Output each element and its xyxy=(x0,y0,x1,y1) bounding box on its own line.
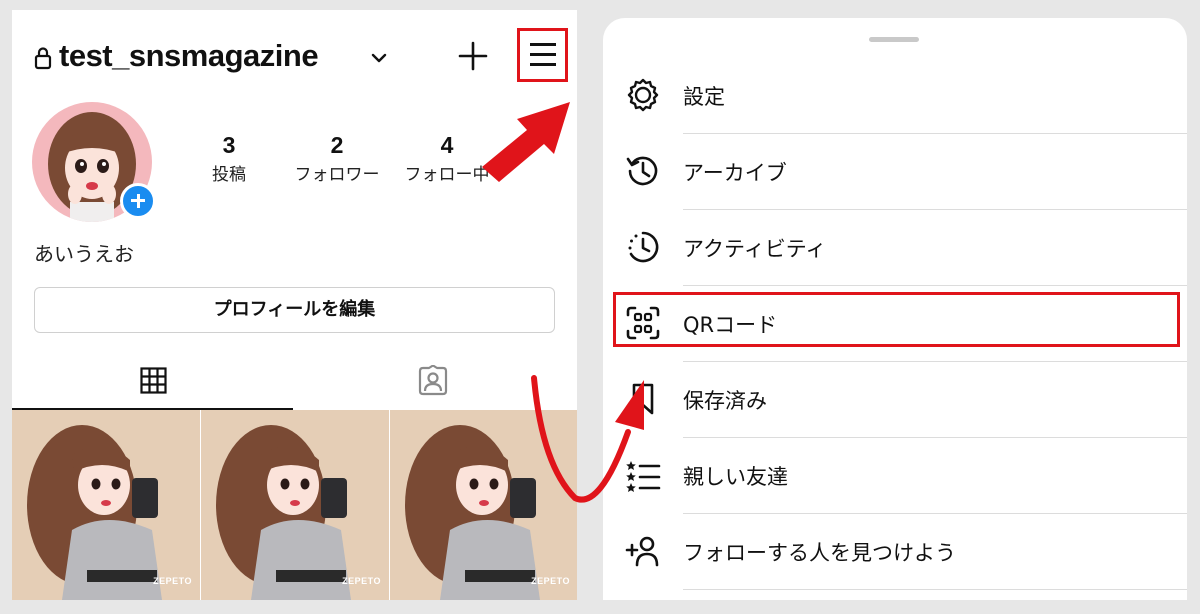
chevron-down-icon[interactable] xyxy=(369,50,389,66)
drag-handle[interactable] xyxy=(869,37,919,42)
post-image xyxy=(216,425,351,600)
annotation-curved-arrow-icon xyxy=(531,375,644,503)
post-thumbnail[interactable]: ZEPETO xyxy=(12,410,200,600)
plus-icon[interactable] xyxy=(457,40,489,72)
menu-item-label: アクティビティ xyxy=(683,237,827,261)
hamburger-menu-button[interactable] xyxy=(517,28,568,82)
menu-item-activity[interactable]: アクティビティ xyxy=(603,210,1187,286)
menu-item-label: 保存済み xyxy=(683,389,767,413)
stat-posts[interactable]: 3 投稿 xyxy=(199,132,259,185)
grid-icon xyxy=(140,367,167,394)
stat-value: 3 xyxy=(222,132,236,158)
watermark: ZEPETO xyxy=(531,576,570,586)
hamburger-bar xyxy=(530,63,556,66)
menu-item-label: 親しい友達 xyxy=(683,465,788,489)
settings-gear-icon xyxy=(627,78,659,112)
menu-item-archive[interactable]: アーカイブ xyxy=(603,134,1187,210)
hamburger-bar xyxy=(530,53,556,56)
menu-item-label: フォローする人を見つけよう xyxy=(683,541,956,565)
menu-item-label: 設定 xyxy=(683,85,725,109)
add-person-icon xyxy=(625,536,659,567)
stat-value: 2 xyxy=(330,132,344,158)
stat-followers[interactable]: 2 フォロワー xyxy=(287,132,387,185)
divider xyxy=(683,589,1187,590)
add-story-button[interactable] xyxy=(120,183,156,219)
menu-item-saved[interactable]: 保存済み xyxy=(603,362,1187,438)
profile-bio: あいうえお xyxy=(34,242,134,266)
post-image xyxy=(27,425,162,600)
menu-item-discover-people[interactable]: フォローする人を見つけよう xyxy=(603,514,1187,590)
menu-item-settings[interactable]: 設定 xyxy=(603,58,1187,134)
watermark: ZEPETO xyxy=(153,576,192,586)
tagged-person-icon xyxy=(418,365,448,396)
tab-posts-grid[interactable] xyxy=(12,356,293,410)
qr-code-highlight-box xyxy=(613,292,1180,347)
activity-clock-icon xyxy=(628,231,659,263)
username[interactable]: test_snsmagazine xyxy=(59,38,319,74)
hamburger-menu-icon xyxy=(530,43,556,46)
annotation-arrow-icon xyxy=(482,102,570,182)
menu-sheet: 設定 アーカイブ アクティビティ QRコード 保存済み 親しい友達 フォローする… xyxy=(603,18,1187,600)
stat-label: 投稿 xyxy=(212,165,246,185)
post-thumbnail[interactable]: ZEPETO xyxy=(201,410,389,600)
stat-label: フォロワー xyxy=(294,165,380,185)
lock-icon xyxy=(34,47,52,70)
profile-header: test_snsmagazine xyxy=(12,10,577,102)
profile-screen: test_snsmagazine 3 投稿 2 フォロワー 4 フォロー中 あい… xyxy=(12,10,577,600)
edit-profile-button[interactable]: プロフィールを編集 xyxy=(34,287,555,333)
menu-item-label: アーカイブ xyxy=(683,161,787,185)
menu-item-close-friends[interactable]: 親しい友達 xyxy=(603,438,1187,514)
watermark: ZEPETO xyxy=(342,576,381,586)
archive-history-icon xyxy=(626,156,658,186)
